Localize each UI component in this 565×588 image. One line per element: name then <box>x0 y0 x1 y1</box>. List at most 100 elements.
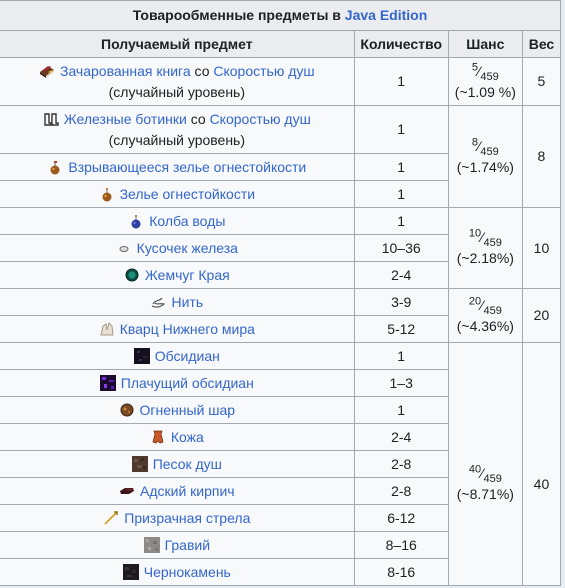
crying-obsidian-icon <box>99 374 116 391</box>
quantity-cell: 2-4 <box>353 423 449 451</box>
nether-brick-icon <box>119 483 135 499</box>
table-row: Зачарованная книга со Скоростью душ (слу… <box>0 57 562 106</box>
splash-potion-icon <box>47 159 63 175</box>
java-edition-link[interactable]: Java Edition <box>345 7 427 23</box>
quantity-cell: 8-16 <box>353 558 449 586</box>
enchantment-link[interactable]: Скоростью душ <box>213 63 314 79</box>
enchanted-book-icon <box>39 63 55 79</box>
spectral-arrow-icon <box>103 510 119 526</box>
weight-cell: 10 <box>521 207 562 289</box>
table-row: Нить 3-9 20⁄459 (~4.36%) 20 <box>0 288 562 343</box>
item-cell: Жемчуг Края <box>0 261 355 289</box>
item-cell: Гравий <box>0 531 355 559</box>
item-cell: Кварц Нижнего мира <box>0 315 355 343</box>
potion-icon <box>99 186 115 202</box>
item-link[interactable]: Жемчуг Края <box>145 267 230 283</box>
soul-sand-icon <box>131 455 148 472</box>
quantity-cell: 2-8 <box>353 450 449 478</box>
item-link[interactable]: Зачарованная книга <box>60 63 191 79</box>
weight-cell: 40 <box>521 342 562 586</box>
quantity-cell: 5-12 <box>353 315 449 343</box>
item-link[interactable]: Зелье огнестойкости <box>120 186 256 202</box>
item-cell: Чернокамень <box>0 558 355 586</box>
item-note: (случайный уровень) <box>108 131 246 148</box>
item-cell: Адский кирпич <box>0 477 355 505</box>
quantity-cell: 10–36 <box>353 234 449 262</box>
item-cell: Плачущий обсидиан <box>0 369 355 397</box>
quantity-cell: 8–16 <box>353 531 449 559</box>
item-link[interactable]: Адский кирпич <box>140 483 235 499</box>
chance-cell: 40⁄459 (~8.71%) <box>447 342 523 586</box>
table-row: Железные ботинки со Скоростью душ (случа… <box>0 105 562 208</box>
item-cell: Железные ботинки со Скоростью душ (случа… <box>0 105 355 154</box>
quantity-cell: 1 <box>353 207 449 235</box>
string-icon <box>150 294 166 310</box>
quantity-cell: 6-12 <box>353 504 449 532</box>
item-link[interactable]: Взрывающееся зелье огнестойкости <box>68 159 306 175</box>
item-cell: Призрачная стрела <box>0 504 355 532</box>
item-link[interactable]: Призрачная стрела <box>124 510 250 526</box>
quantity-cell: 1 <box>353 105 449 154</box>
item-note: (случайный уровень) <box>108 83 246 100</box>
item-cell: Огненный шар <box>0 396 355 424</box>
quantity-cell: 3-9 <box>353 288 449 316</box>
item-cell: Нить <box>0 288 355 316</box>
weight-cell: 8 <box>521 105 562 208</box>
chance-cell: 20⁄459 (~4.36%) <box>447 288 523 343</box>
item-cell: Зелье огнестойкости <box>0 180 355 208</box>
weight-cell: 5 <box>521 57 562 106</box>
quantity-cell: 1 <box>353 57 449 106</box>
item-link[interactable]: Огненный шар <box>140 402 236 418</box>
item-link[interactable]: Гравий <box>165 537 210 553</box>
quantity-cell: 1 <box>353 342 449 370</box>
item-link[interactable]: Чернокамень <box>144 564 231 580</box>
item-cell: Взрывающееся зелье огнестойкости <box>0 153 355 181</box>
chance-cell: 10⁄459 (~2.18%) <box>447 207 523 289</box>
item-cell: Обсидиан <box>0 342 355 370</box>
table-caption-row: Товарообменные предметы в Java Edition <box>0 0 561 31</box>
item-cell: Песок душ <box>0 450 355 478</box>
quantity-cell: 2-4 <box>353 261 449 289</box>
quantity-cell: 2-8 <box>353 477 449 505</box>
header-weight: Вес <box>521 30 562 58</box>
table-caption: Товарообменные предметы в Java Edition <box>0 0 561 31</box>
header-chance: Шанс <box>447 30 523 58</box>
item-link[interactable]: Железные ботинки <box>64 111 187 127</box>
obsidian-icon <box>133 347 150 364</box>
nether-quartz-icon <box>99 321 115 337</box>
piglin-bartering-table: Товарообменные предметы в Java Edition П… <box>0 0 562 586</box>
leather-icon <box>150 429 166 445</box>
quantity-cell: 1–3 <box>353 369 449 397</box>
header-quantity: Количество <box>353 30 449 58</box>
item-link[interactable]: Обсидиан <box>155 348 220 364</box>
item-cell: Колба воды <box>0 207 355 235</box>
item-cell: Зачарованная книга со Скоростью душ (слу… <box>0 57 355 106</box>
iron-boots-icon <box>43 111 59 127</box>
table-header-row: Получаемый предмет Количество Шанс Вес <box>0 30 562 58</box>
fire-charge-icon <box>119 402 135 418</box>
table-row: Обсидиан 1 40⁄459 (~8.71%) 40 <box>0 342 562 586</box>
item-link[interactable]: Кварц Нижнего мира <box>120 321 255 337</box>
chance-cell: 8⁄459 (~1.74%) <box>447 105 523 208</box>
table-row: Колба воды 1 10⁄459 (~2.18%) 10 <box>0 207 562 289</box>
ender-pearl-icon <box>124 267 140 283</box>
item-cell: Кожа <box>0 423 355 451</box>
quantity-cell: 1 <box>353 153 449 181</box>
item-link[interactable]: Кусочек железа <box>137 240 238 256</box>
chance-cell: 5⁄459 (~1.09 %) <box>447 57 523 106</box>
item-cell: Кусочек железа <box>0 234 355 262</box>
item-link[interactable]: Нить <box>171 294 203 310</box>
weight-cell: 20 <box>521 288 562 343</box>
item-link[interactable]: Колба воды <box>149 213 225 229</box>
water-bottle-icon <box>128 213 144 229</box>
iron-nugget-icon <box>116 240 132 256</box>
item-link[interactable]: Песок душ <box>153 456 222 472</box>
item-link[interactable]: Кожа <box>171 429 204 445</box>
item-link[interactable]: Плачущий обсидиан <box>121 375 254 391</box>
header-item: Получаемый предмет <box>0 30 355 58</box>
quantity-cell: 1 <box>353 396 449 424</box>
quantity-cell: 1 <box>353 180 449 208</box>
blackstone-icon <box>122 563 139 580</box>
enchantment-link[interactable]: Скоростью душ <box>210 111 311 127</box>
gravel-icon <box>143 536 160 553</box>
